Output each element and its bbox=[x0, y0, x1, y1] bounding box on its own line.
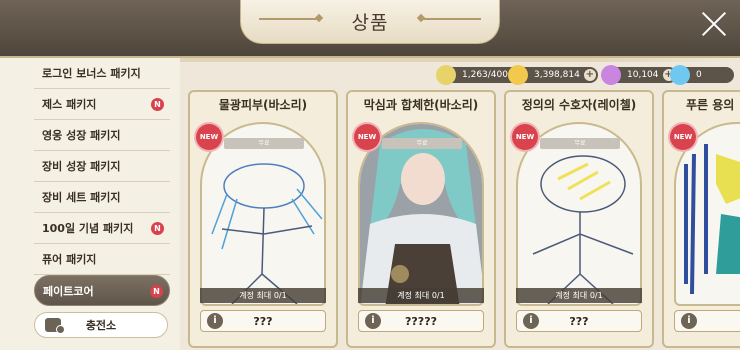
ornament-left bbox=[259, 18, 319, 20]
rank-strip: 무료 bbox=[224, 138, 304, 149]
crystal-icon bbox=[670, 65, 690, 85]
sidebar-item-label: 장비 세트 패키지 bbox=[42, 191, 121, 204]
page-title: 상품 bbox=[351, 12, 389, 34]
sidebar-item-login-bonus[interactable]: 로그인 보너스 패키지 bbox=[34, 58, 170, 89]
purchase-limit: 계정 최대 0/1 bbox=[200, 288, 326, 303]
rank-strip: 무료 bbox=[382, 138, 462, 149]
character-illustration bbox=[360, 124, 482, 304]
sidebar-item-label: 제스 패키지 bbox=[42, 98, 97, 111]
info-icon[interactable]: i bbox=[681, 313, 697, 329]
sidebar-item-fatecore[interactable]: 페이트코어 N bbox=[34, 275, 170, 306]
product-list: 물광피부(바소리) NEW 무료 계정 최대 0/1 i ??? 막심과 합체한… bbox=[180, 88, 740, 350]
product-title: 정의의 수호자(레이첼) bbox=[521, 98, 637, 112]
sidebar-item-label: 페이트코어 bbox=[43, 284, 94, 298]
title-plate: 상품 bbox=[240, 0, 500, 44]
new-badge: NEW bbox=[354, 124, 380, 150]
charge-station-label: 충전소 bbox=[85, 319, 117, 332]
sidebar-item-gear-set[interactable]: 장비 세트 패키지 bbox=[34, 182, 170, 213]
stick-figure-drawing bbox=[211, 163, 323, 304]
new-badge: NEW bbox=[512, 124, 538, 150]
price-label: ??? bbox=[569, 314, 589, 328]
gem-icon bbox=[601, 65, 621, 85]
sidebar-item-label: 퓨어 패키지 bbox=[42, 253, 97, 266]
purchase-limit: 계정 최대 0/1 bbox=[516, 288, 642, 303]
currency-gem[interactable]: 10,104 + bbox=[601, 65, 677, 85]
new-badge: NEW bbox=[196, 124, 222, 150]
product-card[interactable]: 푸른 용의 NEW i bbox=[662, 90, 740, 348]
sidebar-item-jess[interactable]: 제스 패키지 N bbox=[34, 89, 170, 120]
sidebar: 로그인 보너스 패키지 제스 패키지 N 영웅 성장 패키지 장비 성장 패키지… bbox=[0, 58, 180, 350]
product-title: 막심과 합체한(바소리) bbox=[363, 98, 479, 112]
sidebar-item-label: 로그인 보너스 패키지 bbox=[42, 67, 141, 80]
sidebar-item-label: 100일 기념 패키지 bbox=[42, 222, 134, 235]
sidebar-item-label: 장비 성장 패키지 bbox=[42, 160, 121, 173]
new-badge: NEW bbox=[670, 124, 696, 150]
price-button[interactable]: i ??? bbox=[516, 310, 642, 332]
sidebar-item-pure[interactable]: 퓨어 패키지 bbox=[34, 244, 170, 275]
plus-icon[interactable]: + bbox=[583, 69, 596, 81]
product-card[interactable]: 막심과 합체한(바소리) NEW 무료 계정 최대 0/1 i ????? bbox=[346, 90, 496, 348]
info-icon[interactable]: i bbox=[523, 313, 539, 329]
new-badge: N bbox=[151, 98, 164, 111]
charge-station-button[interactable]: 충전소 bbox=[34, 312, 168, 338]
info-icon[interactable]: i bbox=[365, 313, 381, 329]
product-card[interactable]: 정의의 수호자(레이첼) NEW 무료 계정 최대 0/1 i ??? bbox=[504, 90, 654, 348]
price-button[interactable]: i ??? bbox=[200, 310, 326, 332]
product-card[interactable]: 물광피부(바소리) NEW 무료 계정 최대 0/1 i ??? bbox=[188, 90, 338, 348]
stick-figure-drawing bbox=[532, 155, 634, 304]
price-label: ??? bbox=[253, 314, 273, 328]
stamina-icon bbox=[436, 65, 456, 85]
info-icon[interactable]: i bbox=[207, 313, 223, 329]
currency-gold[interactable]: 3,398,814 + bbox=[508, 65, 598, 85]
price-button[interactable]: i bbox=[674, 310, 740, 332]
product-image bbox=[358, 122, 484, 306]
new-badge: N bbox=[150, 285, 163, 298]
shop-icon bbox=[45, 318, 65, 334]
sidebar-item-hero-growth[interactable]: 영웅 성장 패키지 bbox=[34, 120, 170, 151]
ornament-right bbox=[421, 18, 481, 20]
sidebar-item-100-days[interactable]: 100일 기념 패키지 N bbox=[34, 213, 170, 244]
price-button[interactable]: i ????? bbox=[358, 310, 484, 332]
sidebar-item-label: 영웅 성장 패키지 bbox=[42, 129, 121, 142]
sidebar-item-gear-growth[interactable]: 장비 성장 패키지 bbox=[34, 151, 170, 182]
header-bar: 상품 bbox=[0, 0, 740, 62]
purchase-limit: 계정 최대 0/1 bbox=[358, 288, 484, 303]
close-icon[interactable] bbox=[700, 10, 728, 38]
currency-crystal[interactable]: 0 bbox=[670, 65, 734, 85]
crayon-drawing bbox=[684, 144, 740, 295]
price-label: ????? bbox=[405, 314, 437, 328]
new-badge: N bbox=[151, 222, 164, 235]
gold-coin-icon bbox=[508, 65, 528, 85]
rank-strip: 무료 bbox=[540, 138, 620, 149]
product-image bbox=[200, 122, 326, 306]
product-title: 물광피부(바소리) bbox=[218, 98, 308, 112]
product-image bbox=[516, 122, 642, 306]
product-title: 푸른 용의 bbox=[686, 98, 735, 112]
